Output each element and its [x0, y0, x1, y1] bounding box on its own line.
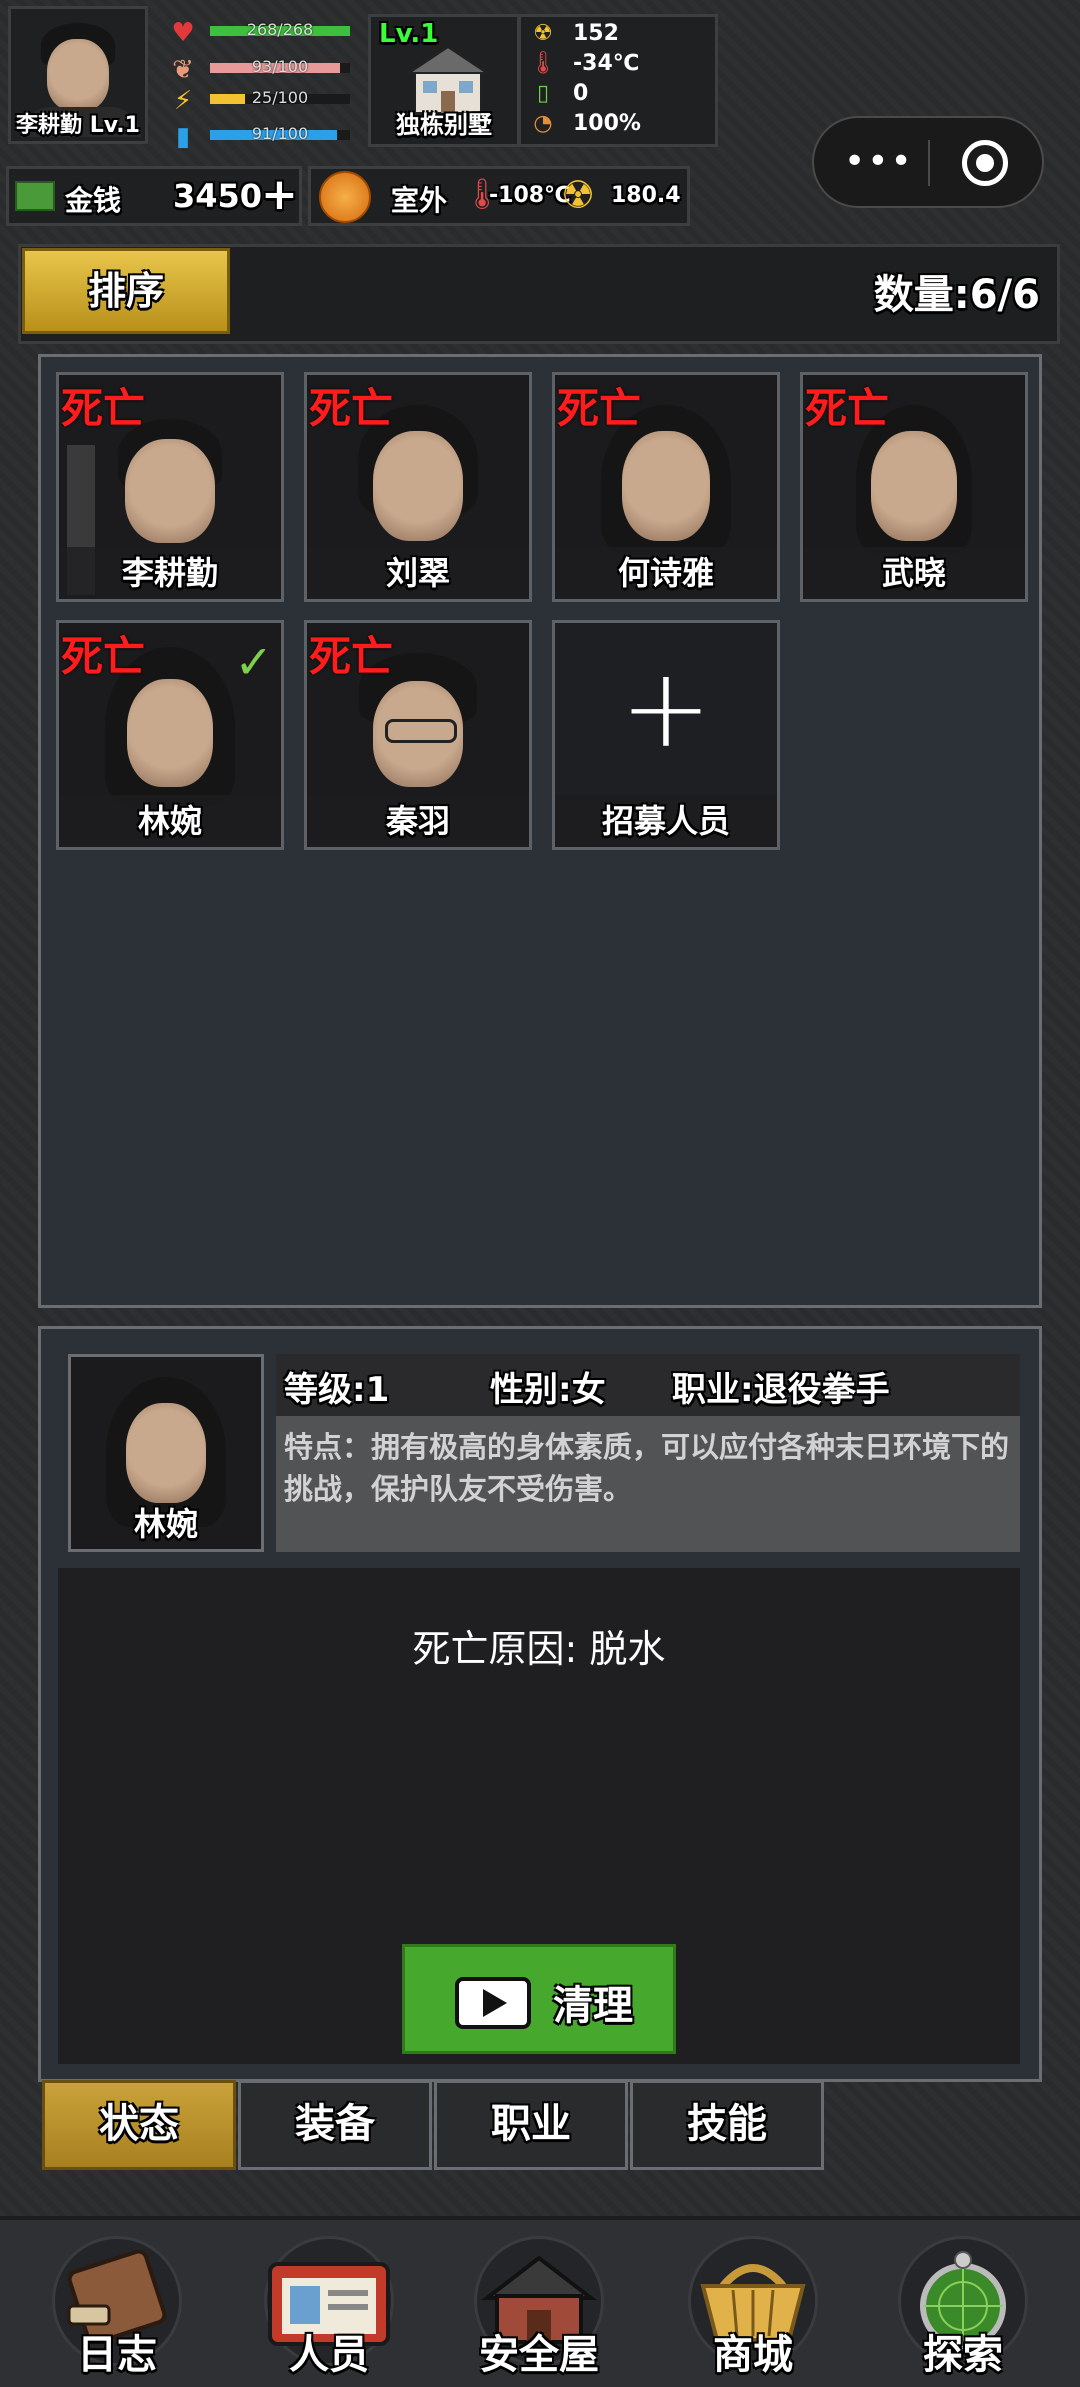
- heart-icon: ♥: [171, 18, 195, 48]
- portrait-face: [373, 431, 463, 541]
- health-stat: ♥ 268/268: [168, 18, 353, 48]
- close-target-button[interactable]: [962, 140, 1008, 186]
- outside-temperature: -108℃: [489, 183, 571, 208]
- member-card[interactable]: 死亡 刘翠: [304, 372, 532, 602]
- nav-shop[interactable]: 商城: [678, 2230, 828, 2380]
- tab-job[interactable]: 职业: [434, 2080, 628, 2170]
- member-card[interactable]: 死亡 李耕勤: [56, 372, 284, 602]
- member-name: 秦羽: [307, 795, 529, 847]
- sun-icon: [319, 171, 371, 223]
- battery-icon: ▯: [536, 81, 550, 106]
- nav-personnel[interactable]: 人员: [254, 2230, 404, 2380]
- nav-label: 商城: [713, 2332, 793, 2378]
- detail-name: 林婉: [133, 1505, 198, 1543]
- radiation-value: 152: [573, 21, 619, 46]
- water-cup-icon: ▮: [175, 122, 191, 152]
- money-bar: 金钱 3450 +: [6, 166, 302, 226]
- selected-check-icon: ✓: [234, 635, 273, 689]
- clean-button-label: 清理: [553, 1983, 633, 2029]
- avatar-face: [47, 39, 109, 111]
- sort-button-label: 排序: [87, 269, 164, 313]
- info-header: 等级:1 性别:女 职业:退役拳手: [276, 1354, 1020, 1416]
- outside-bar: 室外 🌡 -108℃ ☢ 180.4: [308, 166, 690, 226]
- dead-label: 死亡: [309, 632, 394, 681]
- capsule-divider: [928, 140, 930, 186]
- water-stat: ▮ 91/100: [168, 122, 353, 152]
- thermometer-icon: 🌡: [529, 51, 557, 76]
- nav-label: 安全屋: [479, 2332, 599, 2378]
- pie-gauge-icon: ◔: [533, 111, 553, 136]
- environment-info: ☢ 152 🌡 -34℃ ▯ 0 ◔ 100%: [518, 14, 718, 147]
- member-count: 数量:6/6: [873, 272, 1040, 318]
- hunger-value: 93/100: [251, 57, 309, 76]
- tab-equipment[interactable]: 装备: [238, 2080, 432, 2170]
- money-label: 金钱: [65, 184, 122, 217]
- player-avatar[interactable]: 李耕勤 Lv.1: [8, 6, 148, 144]
- stomach-icon: ❦: [172, 55, 194, 85]
- nav-label: 日志: [77, 2332, 157, 2378]
- clean-button[interactable]: 清理: [402, 1944, 676, 2054]
- member-name: 何诗雅: [555, 547, 777, 599]
- nav-explore[interactable]: 探索: [888, 2230, 1038, 2380]
- lightning-icon: ⚡: [173, 86, 193, 116]
- outside-radiation: 180.4: [611, 183, 681, 208]
- member-job: 职业:退役拳手: [672, 1370, 890, 1410]
- temperature-value: -34℃: [573, 51, 640, 76]
- sort-button[interactable]: 排序: [22, 248, 230, 334]
- detail-portrait: 林婉: [68, 1354, 264, 1552]
- tab-status[interactable]: 状态: [42, 2080, 236, 2170]
- plus-icon: +: [619, 644, 713, 772]
- nav-label: 人员: [289, 2332, 369, 2378]
- nav-label: 探索: [923, 2332, 1003, 2378]
- water-value: 91/100: [251, 124, 309, 143]
- portrait-face: [126, 1403, 206, 1503]
- outside-radiation-icon: ☢: [561, 173, 596, 217]
- member-gender: 性别:女: [490, 1370, 606, 1410]
- member-description: 特点：拥有极高的身体素质，可以应付各种末日环境下的挑战，保护队友不受伤害。: [284, 1430, 1010, 1506]
- recruit-card[interactable]: + 招募人员: [552, 620, 780, 850]
- portrait-face: [125, 439, 215, 543]
- energy-value: 25/100: [251, 88, 309, 107]
- tab-skills[interactable]: 技能: [630, 2080, 824, 2170]
- energy-stat: ⚡ 25/100: [168, 86, 353, 116]
- dead-label: 死亡: [61, 632, 146, 681]
- recruit-label: 招募人员: [555, 795, 777, 847]
- member-info: 等级:1 性别:女 职业:退役拳手 特点：拥有极高的身体素质，可以应付各种末日环…: [276, 1354, 1020, 1552]
- portrait-face: [622, 431, 710, 541]
- add-money-button[interactable]: +: [261, 169, 298, 220]
- member-card[interactable]: 死亡 武晓: [800, 372, 1028, 602]
- member-name: 刘翠: [307, 547, 529, 599]
- house-info[interactable]: Lv.1 独栋别墅: [368, 14, 520, 147]
- hunger-stat: ❦ 93/100: [168, 55, 353, 85]
- dead-label: 死亡: [805, 384, 890, 433]
- play-video-icon: [455, 1977, 531, 2029]
- nav-journal[interactable]: 日志: [42, 2230, 192, 2380]
- member-card[interactable]: 死亡 何诗雅: [552, 372, 780, 602]
- dead-label: 死亡: [309, 384, 394, 433]
- outside-label: 室外: [391, 184, 448, 217]
- member-level: 等级:1: [284, 1370, 390, 1410]
- mini-program-capsule: •••: [812, 116, 1044, 208]
- portrait-face: [871, 431, 957, 541]
- member-name: 武晓: [803, 547, 1025, 599]
- radiation-icon: ☢: [533, 21, 553, 46]
- player-name-level: 李耕勤 Lv.1: [16, 113, 140, 138]
- member-name: 李耕勤: [59, 547, 281, 599]
- portrait-face: [127, 679, 213, 787]
- more-menu-button[interactable]: •••: [844, 142, 914, 182]
- house-name: 独栋别墅: [396, 111, 492, 139]
- death-reason: 死亡原因: 脱水: [412, 1627, 666, 1671]
- glasses-icon: [385, 719, 457, 743]
- battery-value: 0: [573, 81, 589, 106]
- member-name: 林婉: [59, 795, 281, 847]
- member-card[interactable]: 死亡 秦羽: [304, 620, 532, 850]
- member-card-selected[interactable]: 死亡 ✓ 林婉: [56, 620, 284, 850]
- money-value: 3450: [173, 177, 263, 215]
- health-value: 268/268: [246, 20, 314, 39]
- cash-icon: [15, 181, 55, 211]
- dead-label: 死亡: [61, 384, 146, 433]
- percent-value: 100%: [573, 111, 641, 136]
- dead-label: 死亡: [557, 384, 642, 433]
- nav-safehouse[interactable]: 安全屋: [464, 2230, 614, 2380]
